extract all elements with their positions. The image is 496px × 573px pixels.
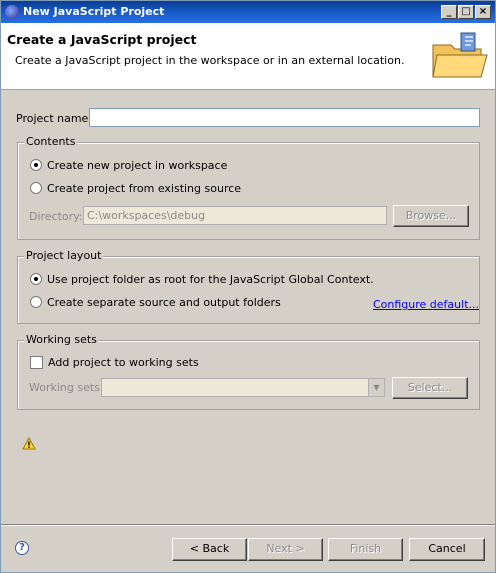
close-button[interactable]: × xyxy=(475,5,491,19)
existing-source-label: Create project from existing source xyxy=(47,182,242,195)
add-to-working-sets-label: Add project to working sets xyxy=(48,356,199,369)
project-name-label: Project name: xyxy=(16,112,93,125)
select-working-sets-button[interactable]: Select... xyxy=(392,377,468,399)
button-bar-separator xyxy=(1,524,495,526)
eclipse-icon xyxy=(5,5,19,19)
window-title: New JavaScript Project xyxy=(23,5,165,18)
separate-folders-label: Create separate source and output folder… xyxy=(47,296,281,309)
create-new-project-radio[interactable] xyxy=(30,159,42,171)
folder-icon xyxy=(432,32,488,78)
back-button[interactable]: < Back xyxy=(172,538,247,561)
add-to-working-sets-checkbox[interactable] xyxy=(30,356,43,369)
contents-group-label: Contents xyxy=(24,135,78,148)
working-sets-label: Working sets: xyxy=(29,381,104,394)
finish-button[interactable]: Finish xyxy=(328,538,403,561)
directory-input[interactable]: C:\workspaces\debug xyxy=(83,206,387,225)
cancel-button[interactable]: Cancel xyxy=(409,538,485,561)
warning-icon xyxy=(22,437,36,450)
wizard-header: Create a JavaScript project Create a Jav… xyxy=(1,23,495,90)
minimize-button[interactable]: _ xyxy=(441,5,457,19)
wizard-title: Create a JavaScript project xyxy=(7,32,197,47)
chevron-down-icon[interactable]: ▼ xyxy=(368,379,384,396)
use-project-root-label: Use project folder as root for the JavaS… xyxy=(47,273,374,286)
working-sets-combo[interactable]: ▼ xyxy=(101,378,385,397)
project-layout-group: Project layout xyxy=(17,249,480,324)
create-new-project-label: Create new project in workspace xyxy=(47,159,228,172)
project-layout-group-label: Project layout xyxy=(24,249,104,262)
next-button[interactable]: Next > xyxy=(248,538,323,561)
configure-default-link[interactable]: Configure default... xyxy=(373,298,479,311)
existing-source-radio[interactable] xyxy=(30,182,42,194)
wizard-description: Create a JavaScript project in the works… xyxy=(15,54,405,67)
use-project-root-radio[interactable] xyxy=(30,273,42,285)
new-project-dialog: New JavaScript Project _ □ × Create a Ja… xyxy=(0,0,496,573)
working-sets-group: Working sets xyxy=(17,333,480,410)
title-bar[interactable]: New JavaScript Project _ □ × xyxy=(1,1,495,23)
separate-folders-radio[interactable] xyxy=(30,296,42,308)
working-sets-group-label: Working sets xyxy=(24,333,99,346)
directory-label: Directory: xyxy=(29,210,83,223)
help-icon[interactable]: ? xyxy=(15,541,29,555)
browse-button[interactable]: Browse... xyxy=(393,205,469,227)
maximize-button[interactable]: □ xyxy=(458,5,474,19)
project-name-input[interactable] xyxy=(89,108,480,127)
